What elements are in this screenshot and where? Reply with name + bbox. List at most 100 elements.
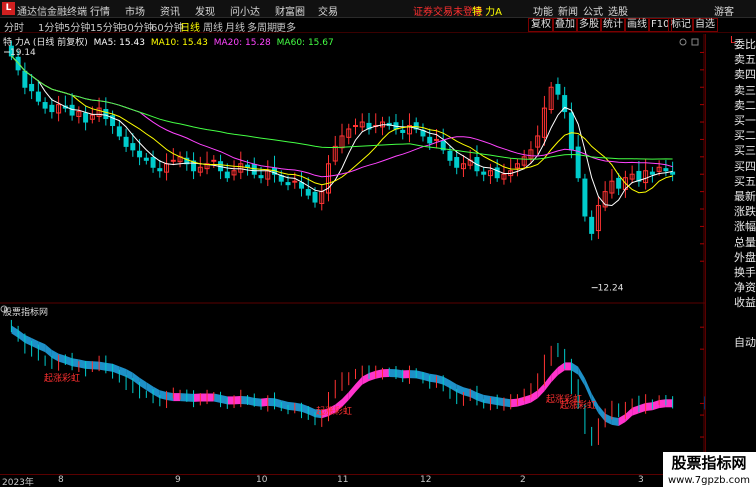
panel-corner-label: L [730,35,736,46]
candle-body[interactable] [49,104,55,113]
news-button[interactable]: 新闻 [558,3,578,18]
menu-wealth-circle[interactable]: 财富圈 [275,3,305,18]
candle-body[interactable] [116,126,122,137]
maximize-icon[interactable] [691,38,699,46]
candle-body[interactable] [481,171,487,175]
period-timeshare[interactable]: 分时 [4,19,24,34]
rainbow-band-segment [463,387,471,398]
period-30min[interactable]: 30分钟 [121,19,154,34]
guest-label[interactable]: 游客 [714,3,734,18]
rainbow-band-segment [490,396,498,406]
candle-body[interactable] [258,175,264,179]
period-1min[interactable]: 1分钟 [38,19,64,34]
candle-body[interactable] [454,157,460,168]
candle-body[interactable] [400,129,406,133]
candle-body[interactable] [130,143,136,151]
rainbow-band-segment [180,393,187,402]
candle-body[interactable] [427,136,433,144]
legend-ma60: MA60: 15.67 [276,38,334,48]
candle-body[interactable] [616,177,622,189]
period-daily[interactable]: 日线 [180,19,200,34]
price-chart-svg[interactable]: 19.0018.5018.0017.5017.0016.5016.0015.50… [0,34,705,304]
rainbow-band-segment [11,325,19,338]
candle-body[interactable] [433,138,439,141]
menu-ask-xiaoda[interactable]: 问小达 [230,3,260,18]
quote-row-label: 最新 [734,190,756,203]
candle-body[interactable] [211,159,217,162]
mark-button[interactable]: 标记 [668,18,694,32]
candle-body[interactable] [103,109,109,120]
menu-trade[interactable]: 交易 [318,3,338,18]
stock-picker-button[interactable]: 选股 [608,3,628,18]
stats-button[interactable]: 统计 [600,18,626,32]
rainbow-band-segment [254,397,261,407]
rainbow-band-segment [470,389,477,401]
candle-body[interactable] [555,83,561,95]
rainbow-band-segment [200,393,208,402]
period-monthly[interactable]: 月线 [225,19,245,34]
watchlist-button[interactable]: 自选 [692,18,718,32]
period-15min[interactable]: 15分钟 [90,19,123,34]
zoom-icon[interactable] [679,38,687,46]
candle-body[interactable] [224,171,230,179]
adjust-button[interactable]: 复权 [528,18,554,32]
formula-button[interactable]: 公式 [583,3,603,18]
draw-line-button[interactable]: 画线 [624,18,650,32]
period-60min[interactable]: 60分钟 [151,19,184,34]
rainbow-band-segment [342,392,349,407]
candle-body[interactable] [305,189,311,196]
period-multi[interactable]: 多周期 [247,19,277,34]
rainbow-band-segment [632,405,639,416]
quote-row-label: 卖三 [734,83,756,97]
rainbow-band-segment [294,402,302,412]
candle-body[interactable] [670,171,676,175]
candle-body[interactable] [299,182,305,189]
rainbow-band-segment [247,396,255,406]
candle-body[interactable] [582,178,588,217]
overlay-button[interactable]: 叠加 [552,18,578,32]
candle-body[interactable] [143,157,149,161]
candle-body[interactable] [285,182,291,186]
candle-body[interactable] [312,191,318,203]
app-title: 通达信金融终端 [17,7,87,18]
rainbow-band-segment [584,378,592,402]
candle-body[interactable] [35,91,41,102]
candle-body[interactable] [447,150,453,161]
price-chart[interactable]: 19.0018.5018.0017.5017.0016.5016.0015.50… [0,34,705,304]
candle-body[interactable] [29,83,35,92]
indicator-chart-svg[interactable]: 19.0018.0015.5315.0014.00起涨彩虹起涨彩虹起涨彩虹起涨彩… [0,304,705,474]
candle-body[interactable] [157,168,163,172]
menu-discover[interactable]: 发现 [195,3,215,18]
period-5min[interactable]: 5分钟 [64,19,90,34]
multi-stock-button[interactable]: 多股 [576,18,602,32]
candle-body[interactable] [137,150,143,158]
candle-body[interactable] [150,157,156,168]
candle-body[interactable] [251,163,257,175]
quote-row-label: 卖五 [734,53,756,67]
candle-body[interactable] [589,216,595,234]
period-more[interactable]: 更多 [276,19,296,34]
candle-body[interactable] [663,168,669,172]
menu-news[interactable]: 资讯 [160,3,180,18]
quote-row-label[interactable]: 自动 [734,334,756,350]
candle-body[interactable] [83,112,89,123]
candle-body[interactable] [649,171,655,175]
rainbow-band-segment [551,367,558,383]
candle-body[interactable] [292,180,298,183]
candle-body[interactable] [69,104,75,116]
rainbow-band-segment [159,390,167,400]
menu-market[interactable]: 市场 [125,3,145,18]
period-weekly[interactable]: 周线 [203,19,223,34]
rainbow-band-segment [288,401,295,411]
candle-body[interactable] [123,136,129,147]
indicator-chart[interactable]: 19.0018.0015.5315.0014.00起涨彩虹起涨彩虹起涨彩虹起涨彩… [0,304,705,474]
candle-body[interactable] [42,102,48,109]
candle-body[interactable] [170,159,176,162]
function-button[interactable]: 功能 [533,3,553,18]
candle-body[interactable] [568,112,574,151]
menu-quotes[interactable]: 行情 [90,3,110,18]
candle-body[interactable] [22,70,28,88]
rainbow-band-segment [186,393,194,402]
candle-body[interactable] [494,167,500,179]
candle-body[interactable] [352,125,358,128]
